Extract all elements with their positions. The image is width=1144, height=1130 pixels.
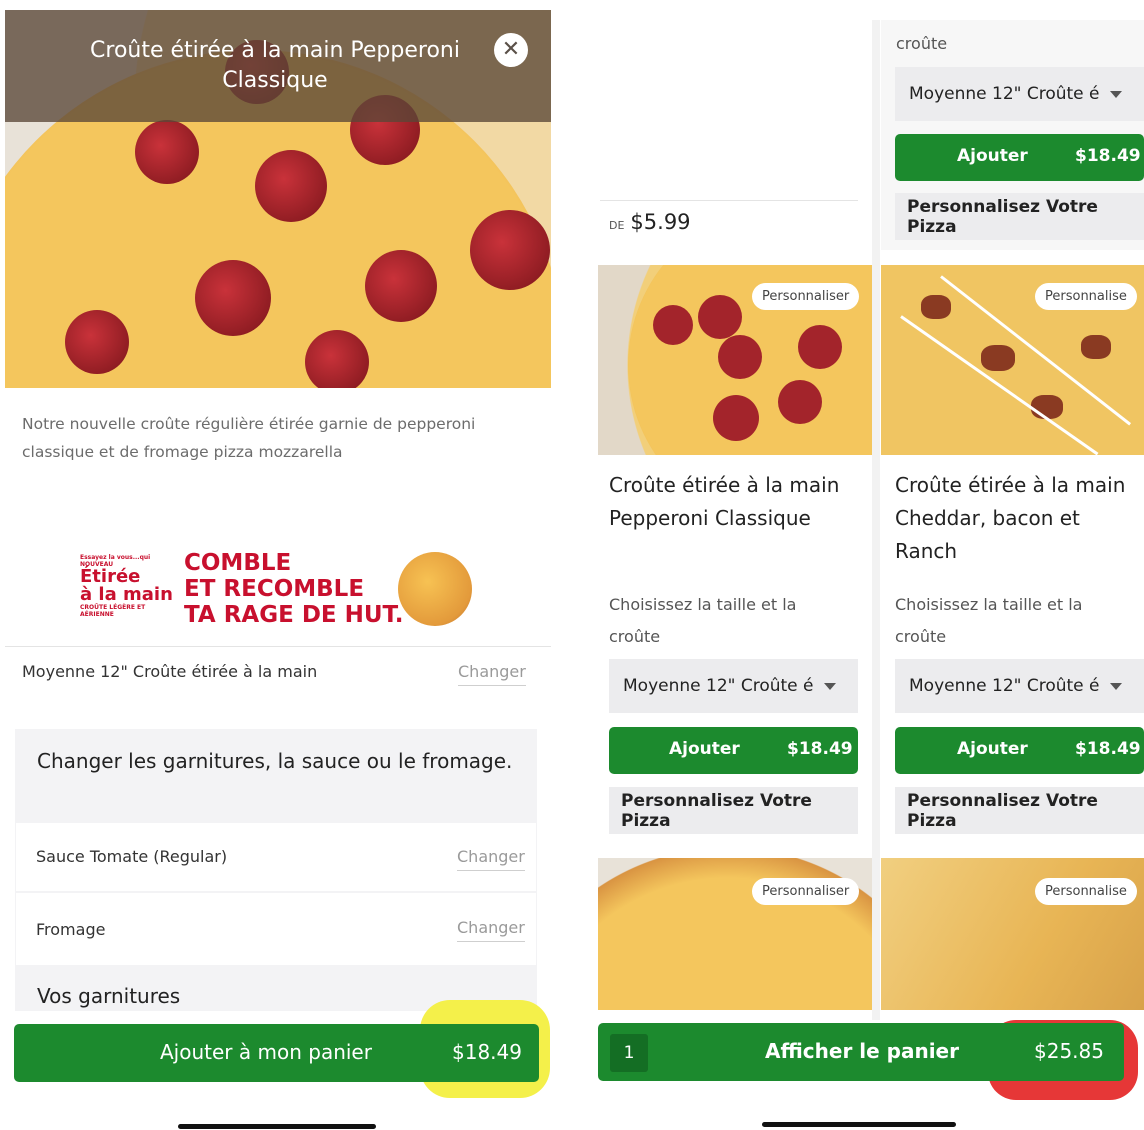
cart-total: $25.85 [1034,1039,1104,1063]
close-button[interactable]: ✕ [494,33,528,67]
add-button-pepperoni[interactable]: Ajouter $18.49 [609,727,858,774]
your-toppings-heading: Vos garnitures [37,984,181,1008]
size-select-pepperoni[interactable]: Moyenne 12" Croûte é [609,659,858,713]
close-icon: ✕ [501,37,521,62]
banner-slogan: COMBLE ET RECOMBLE TA RAGE DE HUT. [184,550,404,628]
customize-button-cheddar-bacon[interactable]: Personnalisez Votre Pizza [895,787,1144,834]
product-title-cheddar-bacon[interactable]: Croûte étirée à la main Cheddar, bacon e… [895,469,1144,568]
banner-pizza-image [398,552,472,626]
partial-label: croûte [896,34,948,53]
divider [600,200,858,201]
dropdown-arrow-icon [823,682,836,690]
size-select-top-right[interactable]: Moyenne 12" Croûte é [895,67,1144,121]
sauce-row: Sauce Tomate (Regular) Changer [16,823,536,891]
price-from-value: $5.99 [630,210,691,234]
change-size-link[interactable]: Changer [458,662,526,686]
dropdown-arrow-icon [1109,682,1122,690]
size-select-value: Moyenne 12" Croûte é [623,676,814,696]
customize-button-top-right[interactable]: Personnalisez Votre Pizza [895,193,1144,240]
add-button-top-right[interactable]: Ajouter $18.49 [895,134,1144,181]
add-to-cart-price: $18.49 [452,1040,522,1064]
product-image-cheese[interactable]: Personnaliser [598,858,872,1010]
view-cart-button[interactable]: Afficher le panier $25.85 [598,1023,1124,1081]
price-from-prefix: DE [609,219,625,232]
product-description: Notre nouvelle croûte régulière étirée g… [22,415,476,461]
view-cart-label: Afficher le panier [765,1039,959,1063]
product-image-cheddar-bacon[interactable]: Personnalise [881,265,1144,455]
add-label: Ajouter [957,739,1028,759]
add-button-cheddar-bacon[interactable]: Ajouter $18.49 [895,727,1144,774]
price-from: DE $5.99 [609,210,691,234]
customize-button-pepperoni[interactable]: Personnalisez Votre Pizza [609,787,858,834]
toppings-heading: Changer les garnitures, la sauce ou le f… [37,749,513,773]
banner-logo: Essayez la vous...qui NOUVEAU Étirée à l… [80,554,173,618]
size-select-value: Moyenne 12" Croûte é [909,84,1100,104]
customize-pill[interactable]: Personnalise [1035,878,1137,905]
home-indicator [178,1124,376,1129]
add-price: $18.49 [1075,146,1141,166]
cart-quantity-badge: 1 [610,1034,648,1072]
add-label: Ajouter [957,146,1028,166]
divider [5,646,551,647]
customize-pill[interactable]: Personnaliser [752,878,860,905]
product-image-pepperoni[interactable]: Personnaliser [598,265,872,455]
size-select-value: Moyenne 12" Croûte é [909,676,1100,696]
promo-banner: Essayez la vous...qui NOUVEAU Étirée à l… [80,548,480,634]
change-cheese-link[interactable]: Changer [457,918,525,942]
cheese-row: Fromage Changer [16,893,536,965]
dropdown-arrow-icon [1109,90,1122,98]
sauce-label: Sauce Tomate (Regular) [36,847,228,866]
add-price: $18.49 [1075,739,1141,759]
change-sauce-link[interactable]: Changer [457,847,525,871]
size-select-cheddar-bacon[interactable]: Moyenne 12" Croûte é [895,659,1144,713]
add-to-cart-label: Ajouter à mon panier [160,1040,372,1064]
product-image-cheese-slice[interactable]: Personnalise [881,858,1144,1010]
add-to-cart-button[interactable]: Ajouter à mon panier $18.49 [14,1024,539,1082]
column-gap [872,20,880,1020]
product-title: Croûte étirée à la main Pepperoni Classi… [90,38,460,93]
choose-size-label: Choisissez la taille et la croûte [609,595,797,646]
choose-size-label: Choisissez la taille et la croûte [895,595,1083,646]
customize-pill[interactable]: Personnaliser [752,283,860,310]
home-indicator [762,1122,956,1127]
add-price: $18.49 [787,739,853,759]
customize-pill[interactable]: Personnalise [1035,283,1137,310]
add-label: Ajouter [669,739,740,759]
selected-size: Moyenne 12" Croûte étirée à la main [22,662,318,681]
cheese-label: Fromage [36,920,106,939]
product-title-pepperoni[interactable]: Croûte étirée à la main Pepperoni Classi… [609,469,859,535]
